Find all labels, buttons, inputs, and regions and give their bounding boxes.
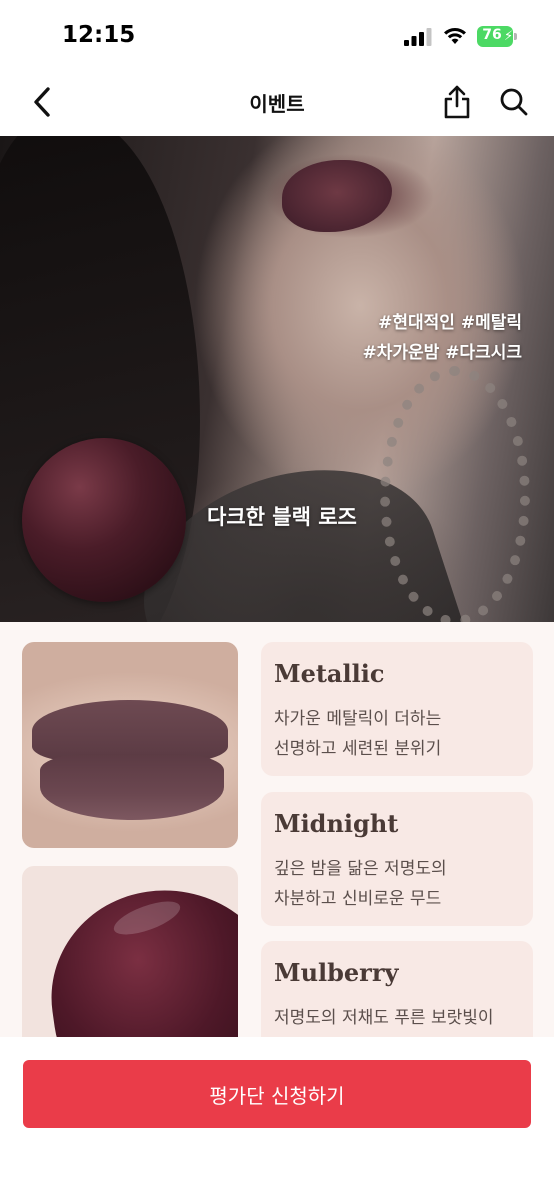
chevron-left-icon	[34, 87, 50, 117]
feature-card-metallic: Metallic 차가운 메탈릭이 더하는 선명하고 세련된 분위기	[261, 642, 533, 776]
lower-lip	[40, 754, 224, 820]
wifi-icon	[444, 27, 466, 44]
app-header: 이벤트	[0, 72, 554, 136]
back-button[interactable]	[24, 82, 60, 122]
hashtags-line: #차가운밤 #다크시크	[362, 343, 522, 363]
share-button[interactable]	[438, 80, 476, 124]
feature-card-mulberry: Mulberry 저명도의 저채도 푸른 보랏빛이	[261, 941, 533, 1042]
search-button[interactable]	[494, 80, 534, 124]
feature-desc-line: 차가운 메탈릭이 더하는	[274, 709, 442, 729]
apply-evaluation-button[interactable]: 평가단 신청하기	[23, 1060, 531, 1128]
status-time: 12:15	[62, 22, 136, 48]
hero-hashtags: #현대적인 #메탈릭 #차가운밤 #다크시크	[362, 308, 522, 368]
feature-desc-line: 깊은 밤을 닮은 저명도의	[274, 859, 447, 879]
feature-desc-line: 저명도의 저채도 푸른 보랏빛이	[274, 1008, 494, 1028]
battery-tip	[514, 33, 517, 40]
feature-title: Mulberry	[274, 958, 399, 987]
hero-banner: #현대적인 #메탈릭 #차가운밤 #다크시크 다크한 블랙 로즈	[0, 136, 554, 622]
bottom-cta-bar: 평가단 신청하기	[0, 1037, 554, 1199]
feature-description: 깊은 밤을 닮은 저명도의 차분하고 신비로운 무드	[274, 854, 526, 914]
lipstick-swatch-circle	[22, 438, 186, 602]
feature-card-midnight: Midnight 깊은 밤을 닮은 저명도의 차분하고 신비로운 무드	[261, 792, 533, 926]
features-section: Metallic 차가운 메탈릭이 더하는 선명하고 세련된 분위기 Midni…	[0, 622, 554, 1042]
feature-title: Metallic	[274, 659, 385, 688]
charging-bolt-icon: ⚡	[504, 29, 514, 44]
feature-title: Midnight	[274, 809, 399, 838]
feature-desc-line: 차분하고 신비로운 무드	[274, 889, 442, 909]
share-icon	[444, 85, 470, 119]
battery-indicator: 76 ⚡	[477, 26, 517, 47]
feature-desc-line: 선명하고 세련된 분위기	[274, 739, 442, 759]
hero-model-necklace	[380, 366, 530, 622]
cellular-signal-icon	[404, 28, 432, 46]
upper-lip	[32, 700, 228, 762]
shade-name: 다크한 블랙 로즈	[207, 505, 357, 529]
search-icon	[500, 88, 528, 116]
feature-description: 저명도의 저채도 푸른 보랏빛이	[274, 1003, 526, 1033]
texture-blob	[37, 875, 238, 1042]
hashtags-line: #현대적인 #메탈릭	[378, 313, 522, 333]
texture-swatch-image	[22, 866, 238, 1042]
lip-closeup-image	[22, 642, 238, 848]
status-bar: 12:15 76 ⚡	[0, 0, 554, 72]
feature-description: 차가운 메탈릭이 더하는 선명하고 세련된 분위기	[274, 704, 526, 764]
hero-model-lips	[282, 160, 392, 232]
battery-level: 76	[482, 27, 502, 43]
